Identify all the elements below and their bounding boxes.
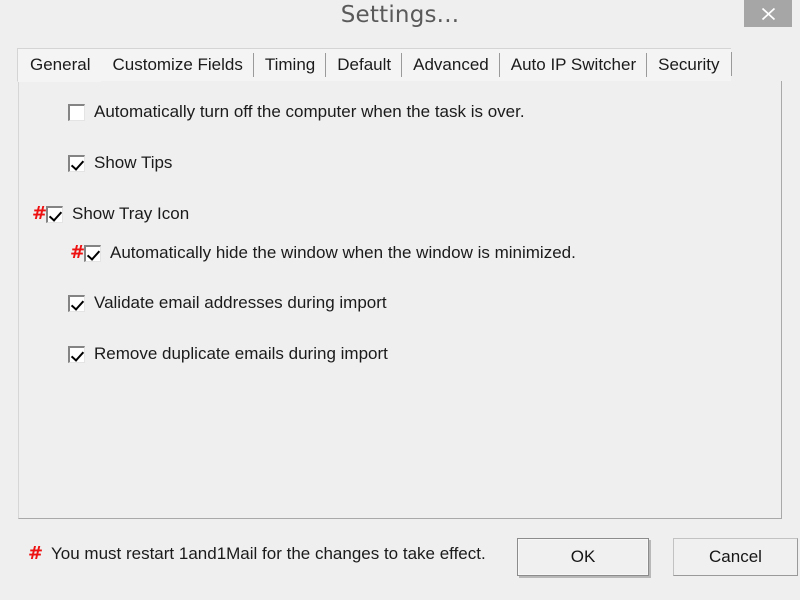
ok-button-label: OK xyxy=(570,547,596,566)
checkbox-show-tips[interactable] xyxy=(68,154,85,172)
dialog-footer: # You must restart 1and1Mail for the cha… xyxy=(18,530,798,588)
tab-label: Security xyxy=(658,55,720,74)
option-label: Automatically turn off the computer when… xyxy=(94,102,525,121)
cancel-button-label: Cancel xyxy=(709,547,762,566)
option-label: Validate email addresses during import xyxy=(94,293,387,312)
title-bar: Settings... xyxy=(0,0,800,38)
tab-auto-ip-switcher[interactable]: Auto IP Switcher xyxy=(498,48,648,82)
option-row-auto-shutdown[interactable]: Automatically turn off the computer when… xyxy=(54,101,525,123)
tab-default[interactable]: Default xyxy=(325,48,403,82)
option-label: Automatically hide the window when the w… xyxy=(110,243,576,262)
option-label: Remove duplicate emails during import xyxy=(94,344,388,363)
tab-customize-fields[interactable]: Customize Fields xyxy=(100,48,254,82)
tab-strip-filler xyxy=(730,48,782,82)
restart-required-marker: # xyxy=(70,242,86,263)
checkbox-validate-emails[interactable] xyxy=(68,294,85,312)
option-row-show-tips[interactable]: Show Tips xyxy=(54,152,172,174)
checkbox-auto-shutdown[interactable] xyxy=(68,103,85,121)
checkbox-remove-duplicates[interactable] xyxy=(68,345,85,363)
tab-strip: General Customize Fields Timing Default … xyxy=(17,48,782,82)
tab-label: Advanced xyxy=(413,55,489,74)
tab-security[interactable]: Security xyxy=(646,48,731,82)
general-tab-content: Automatically turn off the computer when… xyxy=(18,81,782,519)
tab-label: Auto IP Switcher xyxy=(510,55,637,74)
option-row-show-tray-icon[interactable]: # Show Tray Icon xyxy=(32,203,189,225)
cancel-button[interactable]: Cancel xyxy=(673,538,798,576)
option-label: Show Tips xyxy=(94,153,173,172)
option-row-remove-duplicates[interactable]: Remove duplicate emails during import xyxy=(54,343,388,365)
tab-advanced[interactable]: Advanced xyxy=(401,48,500,82)
ok-button[interactable]: OK xyxy=(517,538,649,576)
tab-timing[interactable]: Timing xyxy=(252,48,327,82)
option-row-validate-emails[interactable]: Validate email addresses during import xyxy=(54,292,387,314)
restart-notice: # You must restart 1and1Mail for the cha… xyxy=(28,544,486,564)
window-title: Settings... xyxy=(340,2,460,28)
close-button[interactable] xyxy=(744,0,792,27)
checkbox-show-tray-icon[interactable] xyxy=(46,205,63,223)
settings-tab-panel: General Customize Fields Timing Default … xyxy=(17,48,782,519)
tab-general[interactable]: General xyxy=(17,48,102,82)
tab-label: Timing xyxy=(264,55,316,74)
tab-label: Customize Fields xyxy=(112,55,243,74)
option-row-auto-hide-window[interactable]: # Automatically hide the window when the… xyxy=(70,242,576,264)
restart-required-marker: # xyxy=(28,543,44,564)
restart-required-marker: # xyxy=(32,203,48,224)
tab-label: General xyxy=(30,55,91,74)
close-icon xyxy=(744,6,792,22)
option-label: Show Tray Icon xyxy=(72,204,190,223)
restart-notice-text: You must restart 1and1Mail for the chang… xyxy=(51,544,486,563)
tab-label: Default xyxy=(337,55,392,74)
checkbox-auto-hide-window[interactable] xyxy=(84,244,101,262)
